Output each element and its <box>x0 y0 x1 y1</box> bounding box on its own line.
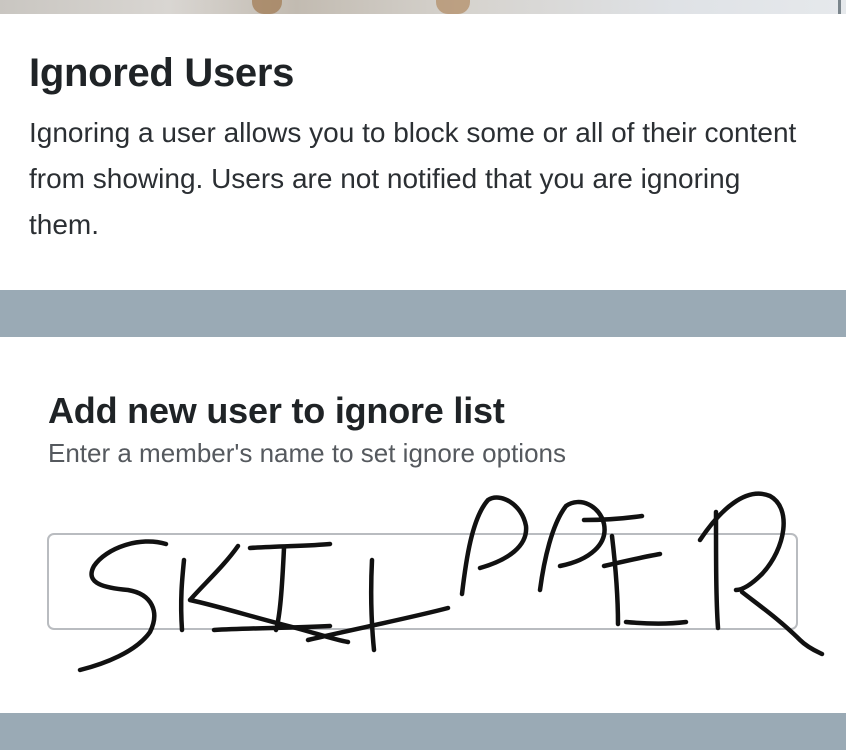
add-user-subtitle: Enter a member's name to set ignore opti… <box>48 438 567 468</box>
page-title: Ignored Users <box>29 51 295 95</box>
ignored-users-card: Ignored Users Ignoring a user allows you… <box>0 14 846 290</box>
cover-image-edge <box>838 0 841 14</box>
cover-image-detail <box>436 0 470 14</box>
page-description: Ignoring a user allows you to block some… <box>29 117 797 240</box>
member-name-input[interactable] <box>47 533 798 630</box>
cover-image <box>0 0 846 14</box>
cover-image-detail <box>252 0 282 14</box>
ignored-users-page: Ignored Users Ignoring a user allows you… <box>0 0 846 750</box>
add-user-heading: Add new user to ignore list <box>48 390 505 431</box>
add-ignored-user-card: Add new user to ignore list Enter a memb… <box>0 337 846 713</box>
